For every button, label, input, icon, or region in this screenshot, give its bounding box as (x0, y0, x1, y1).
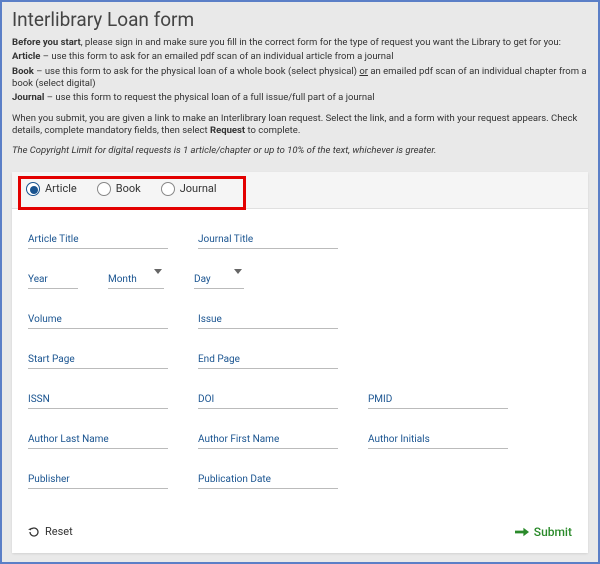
year-field[interactable]: Year (28, 267, 78, 289)
radio-book-label: Book (116, 182, 141, 195)
radio-article[interactable]: Article (26, 182, 77, 196)
start-page-field[interactable]: Start Page (28, 347, 168, 369)
doi-field[interactable]: DOI (198, 387, 338, 409)
radio-book[interactable]: Book (97, 182, 141, 196)
type-radio-group: Article Book Journal (26, 182, 574, 196)
radio-journal-label: Journal (180, 182, 217, 195)
author-first-name-field[interactable]: Author First Name (198, 427, 338, 449)
day-select[interactable]: Day (194, 267, 244, 289)
form-card: Article Book Journal Article Title Journ (12, 172, 588, 553)
article-bold: Article (12, 51, 40, 62)
radio-icon (26, 182, 40, 196)
copyright-note: The Copyright Limit for digital requests… (12, 145, 588, 157)
issue-field[interactable]: Issue (198, 307, 338, 329)
journal-bold: Journal (12, 92, 44, 103)
reset-button[interactable]: Reset (28, 525, 73, 538)
reset-icon (28, 526, 40, 538)
article-title-field[interactable]: Article Title (28, 227, 168, 249)
issn-field[interactable]: ISSN (28, 387, 168, 409)
author-initials-field[interactable]: Author Initials (368, 427, 508, 449)
page-title: Interlibrary Loan form (12, 8, 588, 31)
month-select[interactable]: Month (108, 267, 164, 289)
volume-field[interactable]: Volume (28, 307, 168, 329)
chevron-down-icon (234, 269, 242, 274)
radio-article-label: Article (45, 182, 77, 195)
intro-text: Before you start, please sign in and mak… (12, 37, 588, 158)
end-page-field[interactable]: End Page (198, 347, 338, 369)
app-frame: Interlibrary Loan form Before you start,… (0, 0, 600, 564)
radio-icon (97, 182, 111, 196)
type-tabs-row: Article Book Journal (12, 172, 588, 209)
submit-label: Submit (534, 525, 572, 539)
publication-date-field[interactable]: Publication Date (198, 467, 338, 489)
submit-arrow-icon (515, 527, 529, 537)
submit-button[interactable]: Submit (515, 525, 572, 539)
chevron-down-icon (154, 269, 162, 274)
reset-label: Reset (45, 525, 73, 538)
author-last-name-field[interactable]: Author Last Name (28, 427, 168, 449)
publisher-field[interactable]: Publisher (28, 467, 168, 489)
radio-icon (161, 182, 175, 196)
form-footer: Reset Submit (12, 515, 588, 553)
before-you-start: Before you start (12, 37, 81, 48)
journal-title-field[interactable]: Journal Title (198, 227, 338, 249)
form-body: Article Title Journal Title Year Month D… (12, 209, 588, 515)
header-area: Interlibrary Loan form Before you start,… (2, 2, 598, 168)
book-bold: Book (12, 66, 34, 77)
radio-journal[interactable]: Journal (161, 182, 217, 196)
pmid-field[interactable]: PMID (368, 387, 508, 409)
